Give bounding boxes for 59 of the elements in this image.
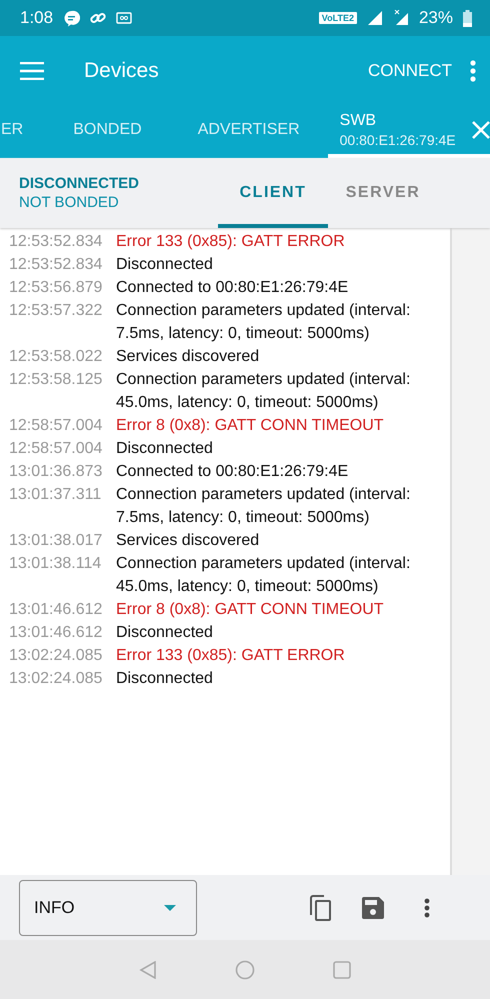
network-badge: VoLTE2 bbox=[318, 12, 357, 24]
log-message: Error 8 (0x8): GATT CONN TIMEOUT bbox=[116, 600, 385, 620]
close-icon[interactable] bbox=[472, 120, 490, 138]
log-message: Connected to 00:80:E1:26:79:4E bbox=[116, 462, 350, 482]
tab[interactable]: ER bbox=[0, 105, 46, 158]
log-time: 13:01:38.114 bbox=[9, 554, 102, 574]
log-message: Error 133 (0x85): GATT ERROR bbox=[116, 646, 346, 666]
save-icon[interactable] bbox=[362, 896, 384, 918]
log-message: Connection parameters updated (interval: 7.5ms, latency: 0, timeout: 5000ms) bbox=[116, 485, 412, 528]
log-time: 13:01:38.017 bbox=[9, 531, 104, 551]
signal-icon bbox=[366, 10, 383, 26]
log-message: Connection parameters updated (interval: 45.0ms, latency: 0, timeout: 5000ms) bbox=[116, 370, 412, 413]
log-message: Disconnected bbox=[116, 255, 214, 275]
log-message: Connection parameters updated (interval: 45.0ms, latency: 0, timeout: 5000ms) bbox=[116, 554, 412, 597]
tab[interactable]: ADVERTISER bbox=[170, 105, 328, 158]
log-message: Connected to 00:80:E1:26:79:4E bbox=[116, 278, 350, 298]
caret-icon bbox=[164, 904, 176, 910]
signal-icon bbox=[392, 10, 409, 26]
log-time: 12:53:57.322 bbox=[9, 301, 104, 321]
log-time: 12:53:58.022 bbox=[9, 347, 104, 367]
app-title: Devices bbox=[84, 58, 160, 82]
tab[interactable]: BONDED bbox=[45, 105, 170, 158]
more-icon[interactable] bbox=[424, 898, 430, 918]
connection-state: DISCONNECTED bbox=[19, 175, 140, 192]
log-time: 12:53:52.834 bbox=[9, 232, 104, 252]
link-icon bbox=[90, 10, 106, 26]
log-message: Error 8 (0x8): GATT CONN TIMEOUT bbox=[116, 416, 385, 436]
connect-button[interactable]: CONNECT bbox=[362, 56, 458, 84]
log-time: 12:53:58.125 bbox=[9, 370, 104, 390]
log-message: Connection parameters updated (interval: 7.5ms, latency: 0, timeout: 5000ms) bbox=[116, 301, 412, 344]
log-message: Services discovered bbox=[116, 347, 260, 367]
clock: 1:08 bbox=[20, 8, 54, 28]
home-icon[interactable] bbox=[235, 960, 255, 980]
log-time: 13:02:24.085 bbox=[9, 646, 104, 666]
log-message: Disconnected bbox=[116, 669, 214, 689]
log-time: 13:01:46.612 bbox=[9, 600, 104, 620]
log-time: 12:58:57.004 bbox=[9, 416, 104, 436]
battery-icon bbox=[463, 10, 472, 26]
battery-percent: 23% bbox=[418, 8, 453, 28]
log-message: Services discovered bbox=[116, 531, 260, 551]
log-time: 12:53:52.834 bbox=[9, 255, 104, 275]
role-tab[interactable]: SERVER bbox=[328, 158, 438, 228]
log-time: 13:02:24.085 bbox=[9, 669, 104, 689]
copy-icon[interactable] bbox=[308, 894, 332, 920]
back-icon[interactable] bbox=[139, 960, 157, 978]
log-message: Disconnected bbox=[116, 439, 214, 459]
log-message: Error 133 (0x85): GATT ERROR bbox=[116, 232, 346, 252]
chat-icon bbox=[63, 10, 80, 26]
log-time: 13:01:46.612 bbox=[9, 623, 104, 643]
log-time: 12:58:57.004 bbox=[9, 439, 104, 459]
log-time: 12:53:56.879 bbox=[9, 278, 104, 298]
menu-icon[interactable] bbox=[20, 62, 44, 80]
voicemail-icon bbox=[116, 12, 132, 24]
log-time: 13:01:36.873 bbox=[9, 462, 104, 482]
log-time: 13:01:37.311 bbox=[9, 485, 102, 505]
log-level-dropdown[interactable]: INFO bbox=[19, 880, 197, 936]
log-message: Disconnected bbox=[116, 623, 214, 643]
recents-icon[interactable] bbox=[333, 960, 351, 978]
bond-state: NOT BONDED bbox=[19, 194, 120, 211]
